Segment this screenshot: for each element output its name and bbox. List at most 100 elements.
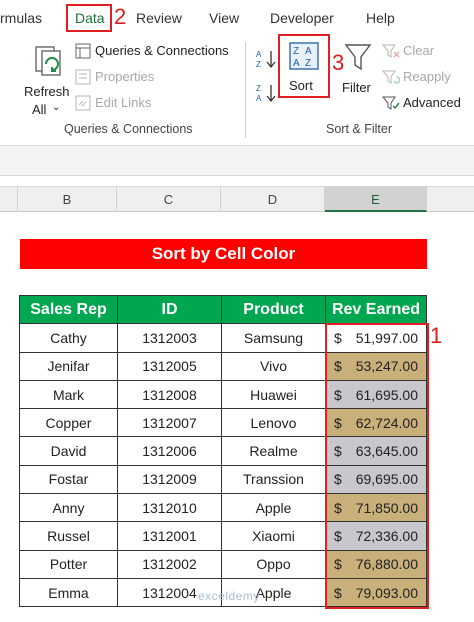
cell-sales-rep[interactable]: Jenifar [19, 351, 118, 381]
edit-links-button[interactable]: Edit Links [75, 94, 175, 114]
tab-data-label: Data [75, 10, 105, 26]
cell-product[interactable]: Apple [221, 493, 326, 523]
properties-label: Properties [95, 69, 155, 84]
cell-id[interactable]: 1312003 [117, 323, 222, 353]
formula-bar[interactable] [0, 146, 474, 176]
cell-id[interactable]: 1312009 [117, 464, 222, 495]
rev-amount: 63,645.00 [355, 443, 418, 460]
tab-formulas[interactable]: rmulas [0, 10, 42, 26]
refresh-label-1: Refresh [24, 84, 70, 99]
reapply-button[interactable]: Reapply [382, 68, 470, 88]
table-row: Anny 1312010 Apple $71,850.00 [19, 493, 427, 523]
ribbon-panel: Refresh All ⌄ Queries & Connections Prop… [0, 34, 474, 146]
table-row: Copper 1312007 Lenovo $62,724.00 [19, 408, 427, 438]
column-header-c[interactable]: C [117, 187, 221, 212]
queries-connections-button[interactable]: Queries & Connections [75, 42, 245, 62]
rev-amount: 53,247.00 [355, 358, 418, 375]
cell-sales-rep[interactable]: Anny [19, 493, 118, 523]
queries-connections-label: Queries & Connections [95, 43, 229, 58]
cell-rev-earned[interactable]: $79,093.00 [325, 577, 427, 608]
rev-earned-value: $71,850.00 [326, 500, 426, 516]
rev-amount: 62,724.00 [355, 414, 418, 431]
sort-ascending-icon[interactable]: A Z [255, 48, 277, 70]
properties-button[interactable]: Properties [75, 68, 175, 88]
cell-product[interactable]: Xiaomi [221, 521, 326, 551]
cell-product[interactable]: Oppo [221, 549, 326, 579]
table-header-row: Sales Rep ID Product Rev Earned [19, 294, 427, 325]
cell-sales-rep[interactable]: Fostar [19, 464, 118, 495]
cell-id[interactable]: 1312002 [117, 549, 222, 579]
header-sales-rep[interactable]: Sales Rep [19, 294, 118, 325]
cell-rev-earned[interactable]: $63,645.00 [325, 436, 427, 466]
tab-view[interactable]: View [209, 10, 239, 26]
cell-id[interactable]: 1312010 [117, 493, 222, 523]
cell-product[interactable]: Huawei [221, 379, 326, 410]
tab-review[interactable]: Review [136, 10, 182, 26]
header-rev-earned[interactable]: Rev Earned [325, 294, 427, 325]
cell-id[interactable]: 1312006 [117, 436, 222, 466]
column-header-b[interactable]: B [18, 187, 117, 212]
advanced-filter-icon [382, 96, 400, 110]
cell-product[interactable]: Samsung [221, 323, 326, 353]
cell-sales-rep[interactable]: Mark [19, 379, 118, 410]
tab-data[interactable]: Data [66, 4, 112, 32]
cell-rev-earned[interactable]: $62,724.00 [325, 408, 427, 438]
edit-links-label: Edit Links [95, 95, 152, 110]
table-row: Russel 1312001 Xiaomi $72,336.00 [19, 521, 427, 551]
cell-sales-rep[interactable]: Cathy [19, 323, 118, 353]
currency-symbol: $ [334, 443, 342, 460]
cell-rev-earned[interactable]: $61,695.00 [325, 379, 427, 410]
cell-sales-rep[interactable]: Potter [19, 549, 118, 579]
cell-product[interactable]: Realme [221, 436, 326, 466]
cell-product[interactable]: Vivo [221, 351, 326, 381]
refresh-label-2: All [32, 102, 47, 117]
cell-rev-earned[interactable]: $69,695.00 [325, 464, 427, 495]
rev-earned-value: $76,880.00 [326, 556, 426, 572]
cell-id[interactable]: 1312007 [117, 408, 222, 438]
cell-rev-earned[interactable]: $76,880.00 [325, 549, 427, 579]
cell-sales-rep[interactable]: Russel [19, 521, 118, 551]
cell-sales-rep[interactable]: Emma [19, 577, 118, 608]
header-id[interactable]: ID [117, 294, 222, 325]
advanced-button[interactable]: Advanced [382, 94, 472, 114]
column-header-e[interactable]: E [325, 187, 427, 212]
cell-product[interactable]: Transsion [221, 464, 326, 495]
cell-rev-earned[interactable]: $51,997.00 [325, 323, 427, 353]
rev-earned-value: $69,695.00 [326, 471, 426, 487]
cell-sales-rep[interactable]: David [19, 436, 118, 466]
cell-rev-earned[interactable]: $53,247.00 [325, 351, 427, 381]
column-header-d[interactable]: D [221, 187, 325, 212]
header-product[interactable]: Product [221, 294, 326, 325]
row-header-corner[interactable] [0, 187, 18, 212]
cell-id[interactable]: 1312001 [117, 521, 222, 551]
cell-product[interactable]: Lenovo [221, 408, 326, 438]
table-row: Fostar 1312009 Transsion $69,695.00 [19, 464, 427, 495]
currency-symbol: $ [334, 329, 342, 346]
clear-button[interactable]: Clear [382, 42, 470, 62]
tab-developer[interactable]: Developer [270, 10, 334, 26]
tab-help[interactable]: Help [366, 10, 395, 26]
reapply-label: Reapply [403, 69, 451, 84]
properties-icon [75, 69, 91, 85]
cell-id[interactable]: 1312008 [117, 379, 222, 410]
clear-filter-icon [382, 44, 400, 58]
data-table: Sales Rep ID Product Rev Earned Cathy 131… [19, 294, 427, 608]
cell-rev-earned[interactable]: $72,336.00 [325, 521, 427, 551]
watermark: exceldemy [198, 589, 260, 603]
sort-descending-icon[interactable]: Z A [255, 82, 277, 104]
svg-text:A: A [256, 50, 262, 59]
filter-button[interactable]: Filter [340, 40, 376, 98]
sort-highlight-box [278, 34, 330, 98]
column-header-f[interactable] [427, 187, 474, 212]
queries-icon [75, 43, 91, 59]
refresh-all-button[interactable]: Refresh All ⌄ [22, 42, 72, 117]
currency-symbol: $ [334, 528, 342, 545]
filter-label: Filter [342, 80, 371, 95]
cell-sales-rep[interactable]: Copper [19, 408, 118, 438]
filter-icon [344, 44, 372, 71]
cell-id[interactable]: 1312005 [117, 351, 222, 381]
cell-rev-earned[interactable]: $71,850.00 [325, 493, 427, 523]
group-queries-label: Queries & Connections [64, 122, 193, 136]
currency-symbol: $ [334, 499, 342, 516]
rev-amount: 79,093.00 [355, 584, 418, 601]
